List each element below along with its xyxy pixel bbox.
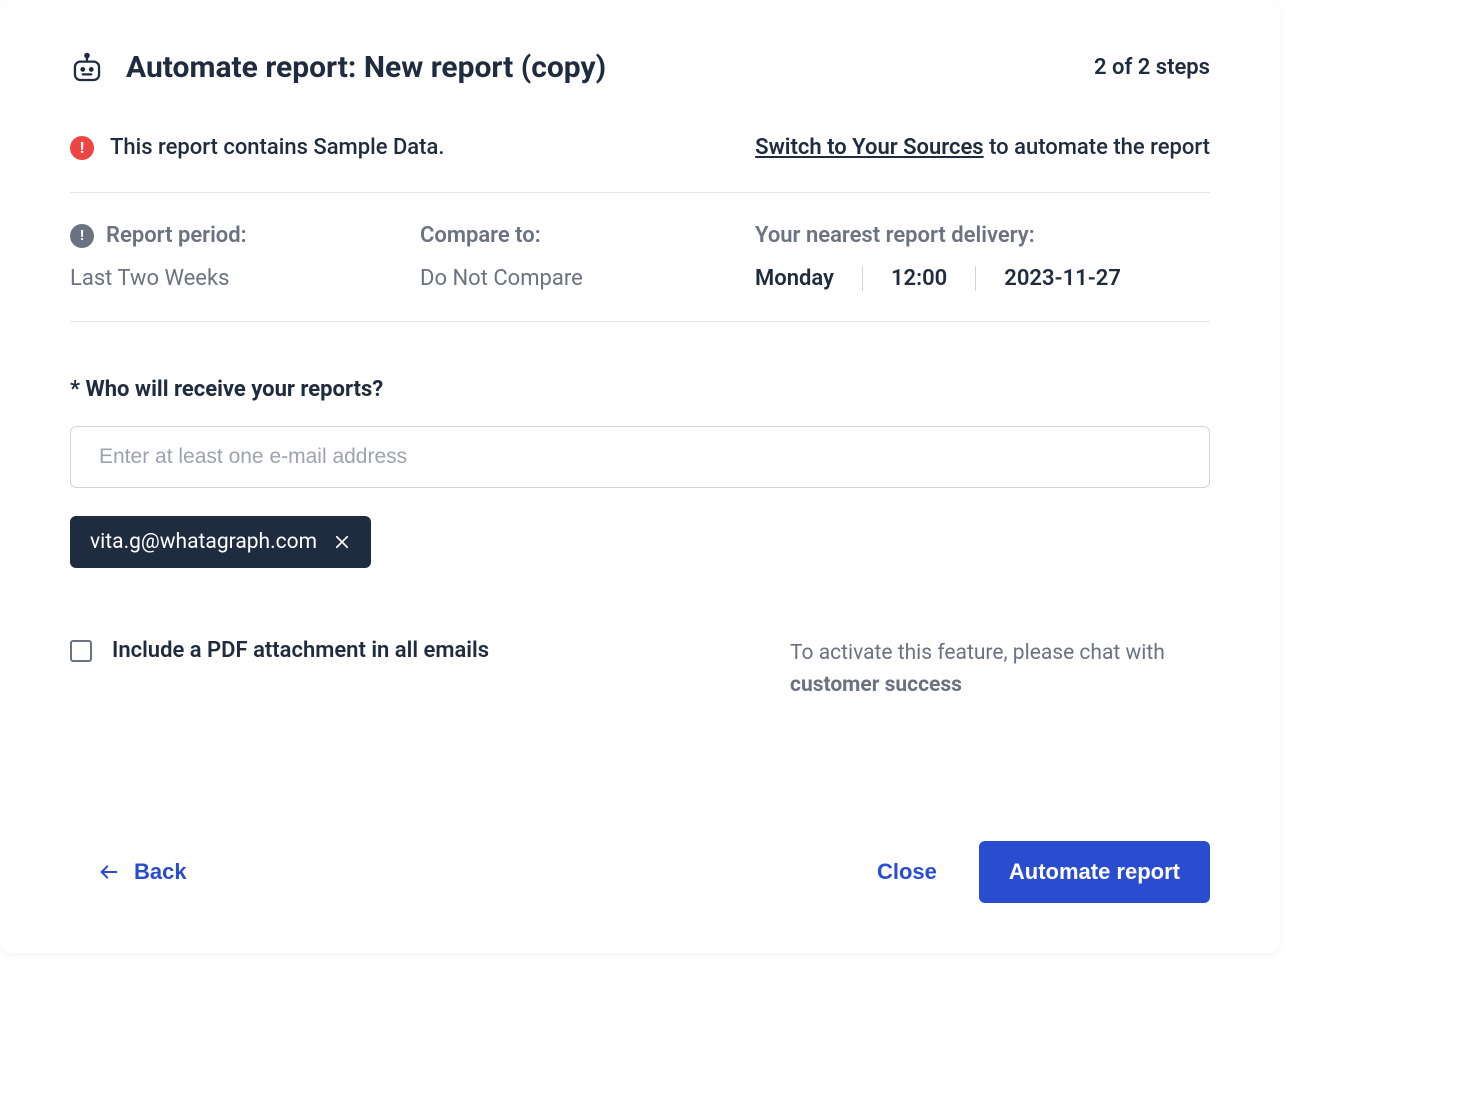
remove-recipient-button[interactable] (333, 533, 351, 551)
automate-report-modal: Automate report: New report (copy) 2 of … (0, 0, 1280, 953)
recipient-chip: vita.g@whatagraph.com (70, 516, 371, 568)
modal-footer: Back Close Automate report (70, 791, 1210, 903)
sample-data-warning: ! This report contains Sample Data. Swit… (70, 135, 1210, 193)
delivery-values: Monday 12:00 2023-11-27 (755, 266, 1210, 291)
compare-to-block: Compare to: Do Not Compare (420, 223, 755, 291)
warning-left: ! This report contains Sample Data. (70, 135, 444, 160)
pdf-note-strong: customer success (790, 673, 962, 697)
pdf-activation-note: To activate this feature, please chat wi… (790, 638, 1210, 701)
step-indicator: 2 of 2 steps (1094, 55, 1210, 80)
modal-title: Automate report: New report (copy) (126, 50, 606, 85)
report-period-label: Report period: (106, 223, 247, 248)
close-icon (333, 533, 351, 551)
recipients-label: * Who will receive your reports? (70, 377, 1210, 402)
arrow-left-icon (98, 861, 120, 883)
recipient-chips: vita.g@whatagraph.com (70, 516, 1210, 568)
pdf-left: Include a PDF attachment in all emails (70, 638, 489, 663)
header-left: Automate report: New report (copy) (70, 50, 606, 85)
delivery-block: Your nearest report delivery: Monday 12:… (755, 223, 1210, 291)
report-period-block: ! Report period: Last Two Weeks (70, 223, 420, 291)
robot-icon (70, 51, 104, 85)
report-period-value: Last Two Weeks (70, 266, 420, 291)
info-icon: ! (70, 224, 94, 248)
compare-to-value: Do Not Compare (420, 266, 755, 291)
delivery-label: Your nearest report delivery: (755, 223, 1035, 248)
recipients-input[interactable] (70, 426, 1210, 488)
back-button[interactable]: Back (70, 849, 215, 895)
delivery-time: 12:00 (862, 266, 975, 291)
switch-sources-link[interactable]: Switch to Your Sources (755, 135, 983, 160)
compare-to-label: Compare to: (420, 223, 541, 248)
warning-suffix: to automate the report (989, 135, 1210, 160)
info-row: ! Report period: Last Two Weeks Compare … (70, 193, 1210, 322)
recipients-section: * Who will receive your reports? vita.g@… (70, 377, 1210, 568)
delivery-date: 2023-11-27 (975, 266, 1149, 291)
back-button-label: Back (134, 859, 187, 885)
delivery-day: Monday (755, 266, 862, 291)
pdf-attachment-checkbox[interactable] (70, 640, 92, 662)
pdf-note-prefix: To activate this feature, please chat wi… (790, 641, 1165, 665)
pdf-attachment-label: Include a PDF attachment in all emails (112, 638, 489, 663)
alert-icon: ! (70, 136, 94, 160)
close-button[interactable]: Close (867, 849, 947, 895)
automate-report-button[interactable]: Automate report (979, 841, 1210, 903)
pdf-attachment-row: Include a PDF attachment in all emails T… (70, 638, 1210, 701)
warning-text: This report contains Sample Data. (110, 135, 444, 160)
recipient-chip-label: vita.g@whatagraph.com (90, 530, 317, 554)
modal-header: Automate report: New report (copy) 2 of … (70, 50, 1210, 85)
warning-right: Switch to Your Sources to automate the r… (755, 135, 1210, 160)
footer-right: Close Automate report (867, 841, 1210, 903)
